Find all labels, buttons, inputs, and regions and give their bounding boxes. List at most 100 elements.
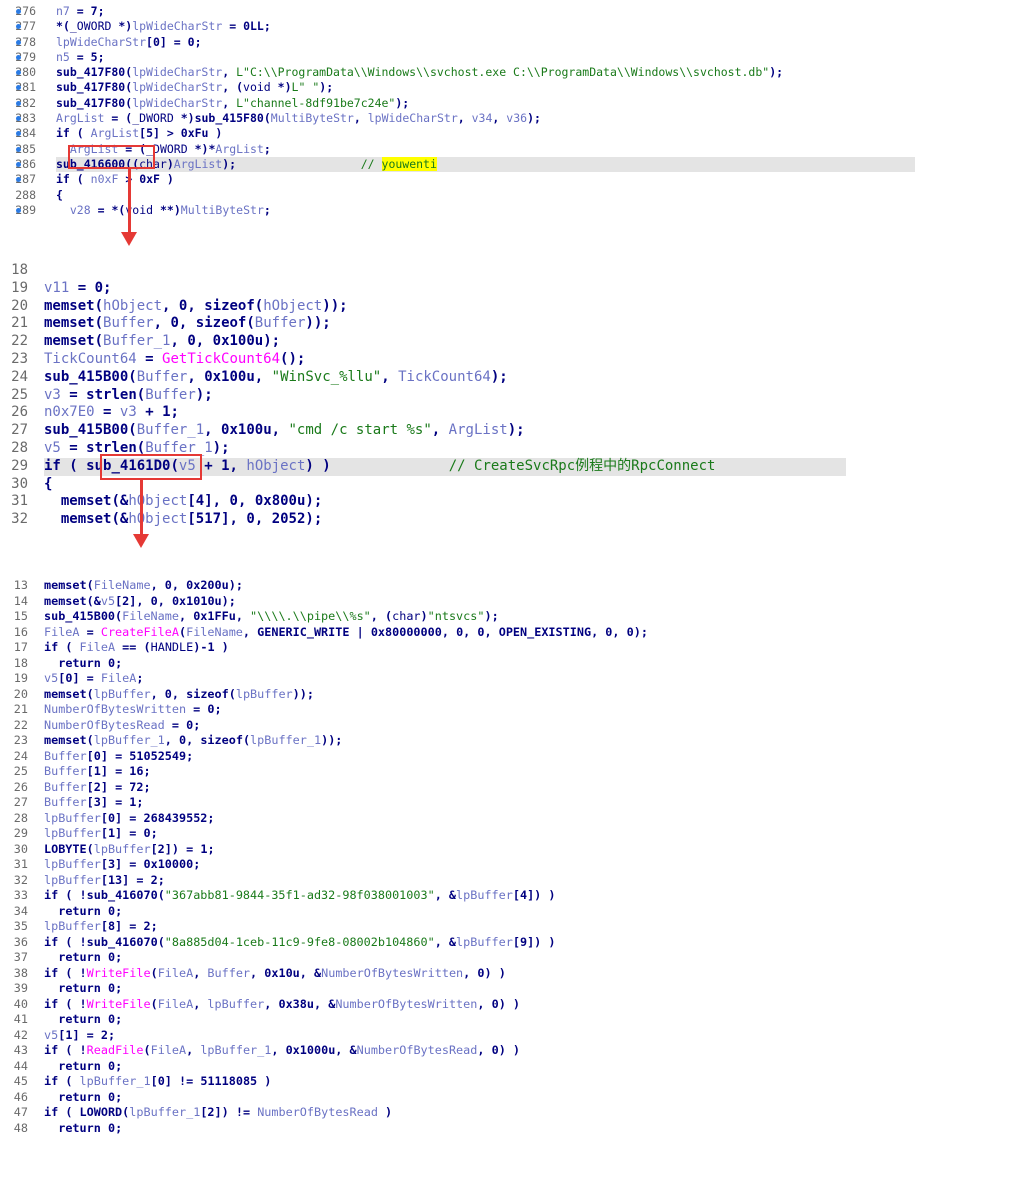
code-text: sub_415B00(Buffer_1, 0x100u, "cmd /c sta… [44,422,525,439]
code-text: *(_OWORD *)lpWideCharStr = 0LL; [56,19,271,34]
line-number: 42 [13,1027,28,1042]
code-text: sub_415B00(Buffer, 0x100u, "WinSvc_%llu"… [44,368,508,385]
code-line: 284 if ( ArgList[5] > 0xFu ) [0,126,1013,141]
line-number: 288 [15,187,36,202]
code-line: 21 NumberOfBytesWritten = 0; [0,702,1013,718]
line-number: 14 [13,593,28,608]
code-text: lpBuffer[3] = 0x10000; [44,857,201,871]
line-number: 20 [11,297,28,314]
code-line: 31 lpBuffer[3] = 0x10000; [0,857,1013,873]
code-line: 27 Buffer[3] = 1; [0,795,1013,811]
code-text: n0x7E0 = v3 + 1; [44,404,179,421]
breakpoint-dot-icon [16,131,21,137]
code-line: 32 lpBuffer[13] = 2; [0,873,1013,889]
code-text: sub_417F80(lpWideCharStr, L"C:\\ProgramD… [56,65,784,80]
highlighted-comment-word: youwenti [381,156,437,171]
breakpoint-dot-icon [16,9,21,14]
line-number: 44 [13,1058,28,1073]
code-text: lpBuffer[8] = 2; [44,919,158,933]
code-text: { [56,187,63,202]
code-text: return 0; [58,1089,123,1104]
code-line: 18 return 0; [0,656,1013,672]
code-text: memset(FileName, 0, 0x200u); [44,578,243,592]
code-line: 45 if ( lpBuffer_1[0] != 51118085 ) [0,1074,1013,1090]
code-text: n7 = 7; [56,4,105,18]
line-number: 18 [11,262,28,278]
line-number: 23 [11,350,28,367]
code-text: n5 = 5; [56,49,105,64]
code-text: v28 = *(void **)MultiByteStr; [69,202,271,217]
code-line: 30 LOBYTE(lpBuffer[2]) = 1; [0,842,1013,858]
code-line: 17 if ( FileA == (HANDLE)-1 ) [0,640,1013,656]
annotation-box-sub-416600 [68,145,155,169]
code-line: 42 v5[1] = 2; [0,1028,1013,1044]
code-line: 282 sub_417F80(lpWideCharStr, L"channel-8… [0,96,1013,111]
code-line: 20 memset(hObject, 0, sizeof(hObject)); [0,298,1013,316]
annotation-arrow-2-head [133,534,149,548]
line-number: 36 [13,934,28,949]
code-line: 48 return 0; [0,1121,1013,1137]
code-line: 15 sub_415B00(FileName, 0x1FFu, "\\\\.\\p… [0,609,1013,625]
line-number: 38 [13,965,28,980]
code-line: 31 memset(&hObject[4], 0, 0x800u); [0,493,1013,511]
code-text: if ( !WriteFile(FileA, Buffer, 0x10u, &N… [44,965,506,980]
code-text: lpBuffer[1] = 0; [44,826,158,840]
code-text: return 0; [58,655,123,670]
line-number: 276 [15,4,36,18]
code-line: 25 Buffer[1] = 16; [0,764,1013,780]
line-number: 22 [11,333,28,350]
line-number: 34 [13,903,28,918]
line-number: 31 [11,493,28,510]
code-line: 22 NumberOfBytesRead = 0; [0,718,1013,734]
line-number: 28 [11,439,28,456]
code-line: 288 { [0,188,1013,203]
code-line: 22 memset(Buffer_1, 0, 0x100u); [0,333,1013,351]
code-text: memset(&v5[2], 0, 0x1010u); [44,593,236,608]
breakpoint-dot-icon [16,85,21,91]
code-line: 36 if ( !sub_416070("8a885d04-1ceb-11c9-9… [0,935,1013,951]
line-number: 32 [11,511,28,528]
code-line: 29 lpBuffer[1] = 0; [0,826,1013,842]
code-line: 276 n7 = 7; [0,4,1013,19]
code-panel-sub-416600: 18 19 v11 = 0; 20 memset(hObject, 0, sizeof(… [0,262,1013,529]
code-text: Buffer[2] = 72; [44,779,151,794]
code-line: 37 return 0; [0,950,1013,966]
code-text: return 0; [58,1058,123,1073]
code-text: return 0; [58,950,123,964]
code-text: sub_415B00(FileName, 0x1FFu, "\\\\.\\pip… [44,609,499,623]
breakpoint-dot-icon [16,54,21,60]
line-number: 22 [13,717,28,732]
code-text: return 0; [58,1120,123,1135]
code-line: 289 v28 = *(void **)MultiByteStr; [0,203,1013,218]
line-number: 19 [13,671,28,685]
code-line: 26 n0x7E0 = v3 + 1; [0,404,1013,422]
code-line: 279 n5 = 5; [0,50,1013,65]
code-comment: // CreateSvcRpc例程中的RpcConnect [448,457,716,474]
line-number: 17 [13,640,28,654]
code-text: return 0; [58,1012,123,1026]
code-line: 18 [0,262,1013,280]
code-text: memset(lpBuffer_1, 0, sizeof(lpBuffer_1)… [44,733,343,747]
code-text: FileA = CreateFileA(FileName, GENERIC_WR… [44,624,648,639]
line-number: 281 [15,80,36,95]
code-text: if ( FileA == (HANDLE)-1 ) [44,640,229,654]
code-line: 14 memset(&v5[2], 0, 0x1010u); [0,594,1013,610]
code-line: 43 if ( !ReadFile(FileA, lpBuffer_1, 0x10… [0,1043,1013,1059]
line-number: 35 [13,919,28,933]
line-number: 16 [13,624,28,639]
line-number: 13 [13,578,28,592]
line-number: 48 [13,1120,28,1135]
code-text: lpWideCharStr[0] = 0; [56,34,202,49]
code-line: 38 if ( !WriteFile(FileA, Buffer, 0x10u, … [0,966,1013,982]
code-text: Buffer[0] = 51052549; [44,748,194,763]
code-comment: // [360,156,382,171]
line-number: 25 [13,764,28,778]
code-line: 34 return 0; [0,904,1013,920]
code-text: memset(Buffer, 0, sizeof(Buffer)); [44,315,331,332]
annotation-arrow-2 [140,480,143,536]
code-line: 35 lpBuffer[8] = 2; [0,919,1013,935]
breakpoint-dot-icon [16,70,21,76]
code-text: sub_417F80(lpWideCharStr, (void *)L" "); [56,80,334,95]
code-line: 21 memset(Buffer, 0, sizeof(Buffer)); [0,315,1013,333]
code-line: 23 memset(lpBuffer_1, 0, sizeof(lpBuffer_… [0,733,1013,749]
